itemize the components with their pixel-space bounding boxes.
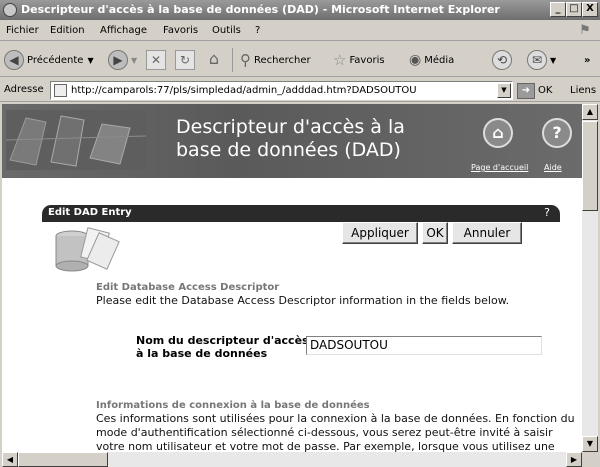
page-icon bbox=[54, 84, 67, 97]
menu-affichage[interactable]: Affichage bbox=[100, 25, 147, 36]
address-bar: Adresse http://camparols:77/pls/simpleda… bbox=[0, 78, 600, 102]
menu-favoris[interactable]: Favoris bbox=[163, 25, 198, 36]
menu-edition[interactable]: Edition bbox=[50, 25, 85, 36]
menu-bar: Fichier Edition Affichage Favoris Outils… bbox=[0, 21, 600, 41]
scroll-down-icon[interactable]: ▼ bbox=[582, 436, 598, 452]
dad-name-label: Nom du descripteur d'accès à la base de … bbox=[136, 334, 309, 360]
favorites-label: Favoris bbox=[349, 54, 385, 66]
home-link[interactable]: Page d'accueil bbox=[471, 163, 528, 172]
address-label: Adresse bbox=[4, 84, 44, 95]
menu-fichier[interactable]: Fichier bbox=[6, 25, 39, 36]
scroll-up-icon[interactable]: ▲ bbox=[582, 104, 598, 120]
refresh-icon: ↻ bbox=[175, 50, 195, 70]
forward-dropdown-icon[interactable]: ▼ bbox=[131, 56, 137, 65]
horizontal-scrollbar[interactable]: ◀ ▶ bbox=[2, 452, 582, 467]
address-url: http://camparols:77/pls/simpledad/admin_… bbox=[71, 85, 417, 96]
dad-name-input[interactable]: DADSOUTOU bbox=[306, 336, 542, 355]
media-label: Média bbox=[424, 54, 455, 66]
page-title-line2: base de données (DAD) bbox=[176, 139, 401, 161]
panel-title: Edit DAD Entry bbox=[48, 207, 132, 218]
vertical-scrollbar[interactable]: ▲ ▼ bbox=[582, 104, 598, 452]
vertical-scroll-thumb[interactable] bbox=[582, 121, 598, 211]
forward-button[interactable]: ▶ ▼ bbox=[108, 48, 137, 72]
back-button[interactable]: ◀ Précédente ▼ bbox=[4, 48, 94, 72]
refresh-button[interactable]: ↻ bbox=[175, 48, 195, 72]
media-icon: ◉ bbox=[409, 52, 422, 68]
menu-outils[interactable]: Outils bbox=[212, 25, 241, 36]
go-button[interactable]: OK bbox=[538, 85, 552, 96]
media-button[interactable]: ◉ Média bbox=[409, 48, 454, 72]
back-label: Précédente bbox=[27, 54, 84, 66]
scroll-left-icon[interactable]: ◀ bbox=[2, 452, 18, 467]
home-globe-icon[interactable]: ⌂ bbox=[483, 118, 513, 148]
mail-icon: ✉ bbox=[527, 50, 547, 70]
mail-dropdown-icon[interactable]: ▼ bbox=[550, 56, 556, 65]
history-button[interactable]: ⟲ bbox=[492, 48, 515, 72]
search-icon: ⚲ bbox=[240, 51, 251, 69]
database-documents-icon bbox=[55, 227, 120, 272]
window-title: Descripteur d'accès à la base de données… bbox=[21, 3, 500, 16]
star-icon: ☆ bbox=[333, 51, 347, 69]
toolbar-overflow[interactable]: » bbox=[584, 48, 590, 72]
menu-help[interactable]: ? bbox=[255, 25, 260, 36]
page-title-line1: Descripteur d'accès à la bbox=[176, 116, 405, 138]
links-button[interactable]: Liens bbox=[570, 85, 596, 96]
toolbar: ◀ Précédente ▼ ▶ ▼ ✕ ↻ ⌂ ⚲ Rechercher ☆ … bbox=[0, 42, 600, 77]
help-icon[interactable]: ? bbox=[542, 118, 572, 148]
dad-name-label-line1: Nom du descripteur d'accès bbox=[136, 334, 309, 347]
back-arrow-icon: ◀ bbox=[4, 50, 24, 70]
forward-arrow-icon: ▶ bbox=[108, 50, 128, 70]
windows-logo-icon: ⚑ bbox=[579, 23, 591, 38]
minimize-button[interactable]: _ bbox=[550, 2, 566, 17]
page-content: Descripteur d'accès à la base de données… bbox=[2, 104, 582, 452]
close-button[interactable]: X bbox=[582, 2, 598, 17]
panel-help-icon[interactable]: ? bbox=[544, 206, 550, 219]
panel-header: Edit DAD Entry ? bbox=[42, 205, 560, 222]
horizontal-scroll-thumb[interactable] bbox=[18, 452, 108, 467]
history-icon: ⟲ bbox=[492, 50, 512, 70]
favorites-button[interactable]: ☆ Favoris bbox=[333, 48, 385, 72]
page-banner: Descripteur d'accès à la base de données… bbox=[2, 104, 582, 178]
maximize-button[interactable]: □ bbox=[566, 2, 582, 17]
mail-button[interactable]: ✉ ▼ bbox=[527, 48, 556, 72]
back-dropdown-icon[interactable]: ▼ bbox=[87, 56, 93, 65]
cancel-button[interactable]: Annuler bbox=[452, 222, 522, 244]
ok-button[interactable]: OK bbox=[422, 222, 448, 244]
section-description: Please edit the Database Access Descript… bbox=[96, 294, 510, 307]
dad-name-label-line2: à la base de données bbox=[136, 347, 268, 360]
section-title: Edit Database Access Descriptor bbox=[96, 282, 280, 293]
search-label: Rechercher bbox=[254, 54, 311, 66]
ie-icon bbox=[3, 3, 17, 17]
banner-illustration bbox=[6, 110, 146, 170]
stop-button[interactable]: ✕ bbox=[146, 48, 166, 72]
apply-button[interactable]: Appliquer bbox=[342, 222, 418, 244]
address-input[interactable]: http://camparols:77/pls/simpledad/admin_… bbox=[50, 81, 513, 100]
scroll-right-icon[interactable]: ▶ bbox=[566, 452, 582, 467]
connection-section-title: Informations de connexion à la base de d… bbox=[96, 400, 370, 411]
stop-icon: ✕ bbox=[146, 50, 166, 70]
home-icon: ⌂ bbox=[208, 49, 220, 68]
connection-section-text: Ces informations sont utilisées pour la … bbox=[96, 412, 575, 452]
address-dropdown-icon[interactable]: ▼ bbox=[497, 83, 511, 98]
page-title: Descripteur d'accès à la base de données… bbox=[176, 116, 405, 162]
go-arrow-icon[interactable]: ➜ bbox=[517, 83, 535, 99]
home-button[interactable]: ⌂ bbox=[204, 48, 224, 72]
search-button[interactable]: ⚲ Rechercher bbox=[240, 48, 311, 72]
help-link[interactable]: Aide bbox=[544, 163, 562, 172]
title-bar: Descripteur d'accès à la base de données… bbox=[0, 0, 600, 20]
scroll-corner bbox=[582, 452, 600, 467]
